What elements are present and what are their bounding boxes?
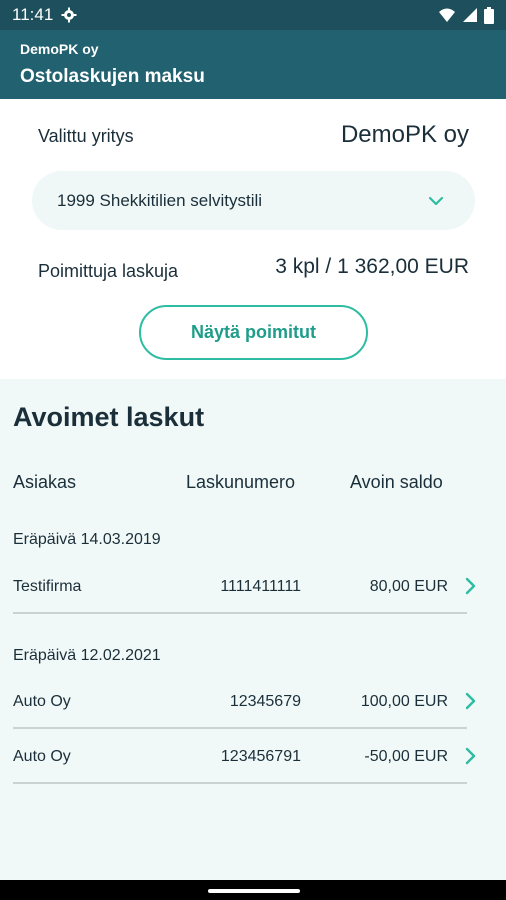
cellular-signal-icon	[463, 8, 477, 22]
account-dropdown-value: 1999 Shekkitilien selvitystili	[57, 190, 263, 210]
invoice-row[interactable]: Auto Oy 12345679 100,00 EUR	[13, 675, 476, 729]
due-date-group-label: Eräpäivä 14.03.2019	[13, 531, 161, 548]
chevron-right-icon[interactable]	[464, 576, 478, 596]
column-header-customer: Asiakas	[13, 472, 77, 492]
selection-card: Valittu yritys DemoPK oy 1999 Shekkitili…	[0, 99, 506, 379]
battery-icon	[484, 6, 494, 24]
wifi-icon	[439, 8, 455, 22]
invoice-customer: Testifirma	[13, 578, 82, 595]
invoice-row[interactable]: Auto Oy 123456791 -50,00 EUR	[13, 730, 476, 784]
status-left: 11:41	[12, 5, 77, 25]
invoice-amount: 100,00 EUR	[360, 693, 448, 710]
invoice-amount: 80,00 EUR	[369, 578, 448, 595]
invoice-number: 1111411111	[220, 578, 301, 595]
open-invoices-title: Avoimet laskut	[13, 402, 205, 432]
chevron-down-icon	[428, 196, 444, 205]
account-dropdown[interactable]: 1999 Shekkitilien selvitystili	[32, 171, 475, 230]
invoice-amount: -50,00 EUR	[364, 748, 448, 765]
settings-gear-icon	[61, 7, 77, 23]
invoice-customer: Auto Oy	[13, 693, 71, 710]
app-bar: DemoPK oy Ostolaskujen maksu	[0, 30, 506, 99]
company-value: DemoPK oy	[340, 121, 469, 148]
status-time: 11:41	[12, 5, 54, 24]
selected-invoices-label: Poimittuja laskuja	[38, 261, 179, 281]
invoice-number: 123456791	[220, 748, 301, 765]
chevron-right-icon[interactable]	[464, 746, 478, 766]
invoice-number: 12345679	[229, 693, 301, 710]
company-label: Valittu yritys	[38, 126, 134, 146]
status-bar: 11:41	[0, 0, 506, 30]
app-subtitle: DemoPK oy	[20, 41, 99, 57]
column-header-balance: Avoin saldo	[350, 472, 443, 492]
due-date-group-label: Eräpäivä 12.02.2021	[13, 647, 161, 664]
column-header-invoice-number: Laskunumero	[186, 472, 296, 492]
invoice-customer: Auto Oy	[13, 748, 71, 765]
app-title: Ostolaskujen maksu	[20, 66, 205, 87]
invoice-row[interactable]: Testifirma 1111411111 80,00 EUR	[13, 560, 476, 614]
selected-invoices-value: 3 kpl / 1 362,00 EUR	[275, 255, 469, 278]
status-icons	[438, 6, 494, 24]
chevron-right-icon[interactable]	[464, 691, 478, 711]
show-selected-button[interactable]: Näytä poimitut	[139, 305, 368, 360]
home-gesture-handle[interactable]	[208, 889, 300, 893]
